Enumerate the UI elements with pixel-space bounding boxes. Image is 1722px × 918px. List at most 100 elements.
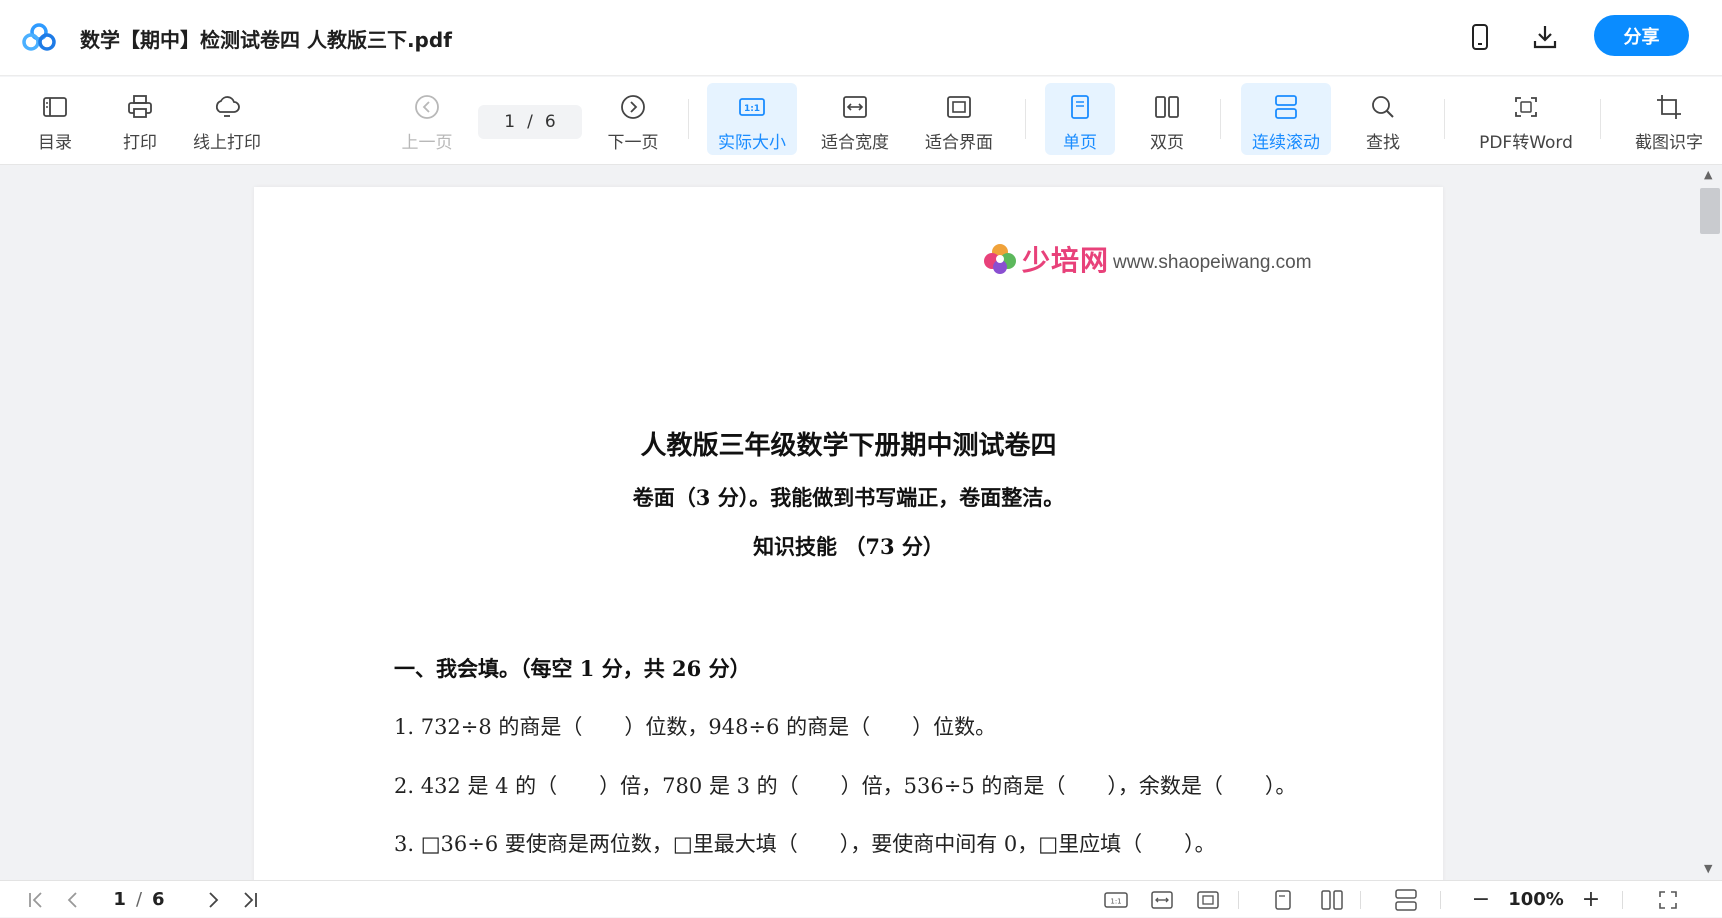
title-bar: 数学【期中】检测试卷四 人教版三下.pdf 分享 [0, 0, 1722, 76]
question-item: 1. 732÷8 的商是（ ）位数，948÷6 的商是（ ）位数。 [394, 715, 997, 739]
pdf-page: 少培网 www.shaopeiwang.com 人教版三年级数学下册期中测试卷四… [254, 187, 1443, 880]
toc-button[interactable]: 目录 [25, 83, 85, 155]
status-page-separator: / [135, 889, 143, 910]
next-page-icon[interactable] [200, 881, 226, 918]
online-print-button[interactable]: 线上打印 [186, 83, 268, 155]
prev-page-label: 上一页 [401, 133, 453, 153]
status-bar: 1 / 6 1:1 − 100% + [0, 880, 1722, 917]
actual-size-small-icon[interactable]: 1:1 [1102, 881, 1130, 918]
toolbar-divider [1025, 99, 1026, 139]
pdf-to-word-button[interactable]: PDF转Word [1466, 83, 1586, 155]
single-page-icon [1071, 95, 1089, 119]
page-indicator[interactable]: 1 / 6 [478, 105, 582, 139]
toolbar-divider [688, 99, 689, 139]
zoom-out-icon[interactable]: − [1468, 881, 1494, 918]
double-page-icon [1155, 96, 1179, 118]
cloud-print-icon [215, 96, 240, 117]
double-page-button[interactable]: 双页 [1132, 83, 1202, 155]
continuous-scroll-label: 连续滚动 [1252, 133, 1320, 153]
document-viewer[interactable]: 少培网 www.shaopeiwang.com 人教版三年级数学下册期中测试卷四… [0, 165, 1722, 880]
brand-name: 少培网 [1022, 244, 1110, 277]
crop-icon [1657, 95, 1681, 119]
print-button[interactable]: 打印 [110, 83, 170, 155]
prev-page-button[interactable]: 上一页 [396, 83, 458, 155]
zoom-in-icon[interactable]: + [1578, 881, 1604, 918]
page-current: 1 [504, 112, 516, 132]
scrollbar-thumb[interactable] [1700, 188, 1720, 234]
fit-screen-label: 适合界面 [925, 133, 993, 153]
document-title: 数学【期中】检测试卷四 人教版三下.pdf [80, 28, 452, 52]
double-page-label: 双页 [1150, 133, 1184, 153]
actual-size-button[interactable]: 1:1 实际大小 [707, 83, 797, 155]
fit-width-button[interactable]: 适合宽度 [812, 83, 898, 155]
brand-logo: 少培网 www.shaopeiwang.com [982, 239, 1312, 279]
part-title: 一、我会填。（每空 1 分，共 26 分） [394, 656, 751, 681]
chevron-left-circle-icon [415, 95, 439, 119]
double-page-small-icon[interactable] [1318, 881, 1346, 918]
find-button[interactable]: 查找 [1350, 83, 1416, 155]
mobile-view-icon[interactable] [1465, 22, 1495, 52]
fit-width-icon [843, 96, 867, 118]
toolbar: 目录 打印 线上打印 上一页 1 / 6 下一页 1:1 实际大小 适合宽度 适… [0, 77, 1722, 165]
toolbar-divider [1444, 99, 1445, 139]
actual-size-label: 实际大小 [718, 133, 786, 153]
next-page-label: 下一页 [607, 133, 659, 153]
svg-text:1:1: 1:1 [1110, 897, 1121, 905]
scroll-up-icon[interactable]: ▲ [1704, 168, 1712, 181]
status-page-current: 1 [113, 889, 126, 910]
exam-subtitle: 卷面（3 分）。我能做到书写端正，卷面整洁。 [632, 485, 1065, 510]
zoom-level[interactable]: 100% [1506, 881, 1566, 918]
single-page-button[interactable]: 单页 [1045, 83, 1115, 155]
status-divider [1622, 891, 1623, 909]
next-page-button[interactable]: 下一页 [602, 83, 664, 155]
continuous-scroll-button[interactable]: 连续滚动 [1241, 83, 1331, 155]
search-icon [1372, 96, 1394, 118]
prev-page-icon[interactable] [60, 881, 86, 918]
actual-size-icon: 1:1 [739, 98, 765, 116]
share-button[interactable]: 分享 [1594, 15, 1689, 56]
app-logo-icon [22, 23, 56, 51]
fit-screen-button[interactable]: 适合界面 [916, 83, 1002, 155]
status-page-total: 6 [152, 889, 165, 910]
online-print-label: 线上打印 [193, 133, 261, 153]
fit-width-small-icon[interactable] [1148, 881, 1176, 918]
toolbar-divider [1220, 99, 1221, 139]
status-divider [1360, 891, 1361, 909]
fit-width-label: 适合宽度 [821, 133, 889, 153]
exam-title: 人教版三年级数学下册期中测试卷四 [640, 431, 1057, 461]
status-divider [1238, 891, 1239, 909]
toolbar-divider [1600, 99, 1601, 139]
continuous-scroll-small-icon[interactable] [1392, 881, 1420, 918]
section-heading: 知识技能 （73 分） [753, 534, 944, 559]
chevron-right-circle-icon [621, 95, 645, 119]
pdf-to-word-icon [1515, 97, 1537, 117]
single-page-small-icon[interactable] [1270, 881, 1296, 918]
continuous-scroll-icon [1275, 95, 1297, 119]
fit-screen-small-icon[interactable] [1194, 881, 1222, 918]
toc-label: 目录 [38, 133, 72, 153]
screenshot-ocr-label: 截图识字 [1635, 133, 1703, 153]
first-page-icon[interactable] [22, 881, 50, 918]
svg-text:1:1: 1:1 [744, 104, 760, 114]
single-page-label: 单页 [1063, 133, 1097, 153]
pdf-to-word-label: PDF转Word [1479, 133, 1573, 153]
download-icon[interactable] [1530, 22, 1560, 52]
toc-icon [43, 97, 67, 117]
fit-screen-icon [947, 96, 971, 118]
brand-url: www.shaopeiwang.com [1113, 252, 1312, 273]
status-page-indicator[interactable]: 1 / 6 [104, 881, 174, 918]
scroll-down-icon[interactable]: ▼ [1704, 862, 1712, 875]
question-item: 3. □36÷6 要使商是两位数，□里最大填（ ），要使商中间有 0，□里应填（… [394, 832, 1216, 856]
vertical-scrollbar[interactable] [1698, 165, 1722, 880]
find-label: 查找 [1366, 133, 1400, 153]
print-label: 打印 [123, 133, 157, 153]
status-divider [1440, 891, 1441, 909]
page-separator: / [527, 112, 533, 132]
flower-logo-icon [984, 244, 1016, 274]
last-page-icon[interactable] [236, 881, 264, 918]
page-total: 6 [544, 112, 556, 132]
screenshot-ocr-button[interactable]: 截图识字 [1624, 83, 1714, 155]
printer-icon [128, 95, 152, 118]
fullscreen-icon[interactable] [1654, 881, 1682, 918]
question-item: 2. 432 是 4 的（ ）倍，780 是 3 的（ ）倍，536÷5 的商是… [394, 774, 1297, 798]
